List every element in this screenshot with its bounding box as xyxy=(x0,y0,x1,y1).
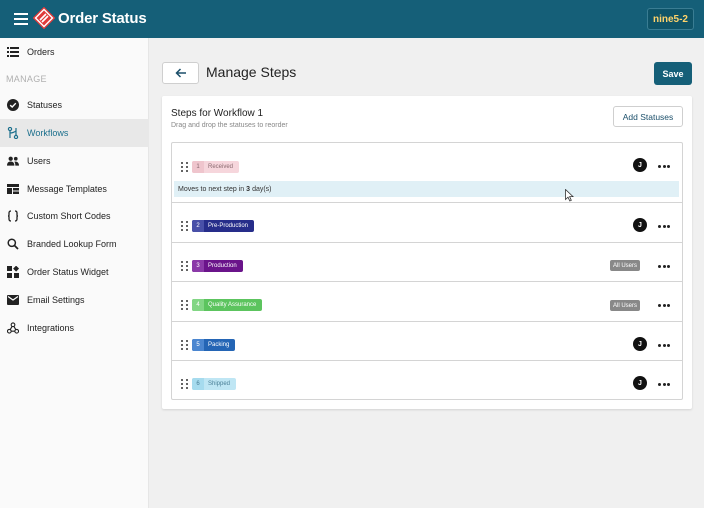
sidebar-item-label: Workflows xyxy=(27,128,69,138)
arrow-left-icon xyxy=(174,68,186,78)
steps-card: Steps for Workflow 1 Drag and drop the s… xyxy=(162,96,692,409)
status-chip-number: 1 xyxy=(192,161,204,173)
status-chip: 1 Received xyxy=(192,161,240,173)
status-chip-label: Production xyxy=(208,263,237,269)
sidebar-item-label: Statuses xyxy=(27,100,63,110)
app-logo-icon xyxy=(33,7,55,29)
steps-list: 1 Received J Moves to next step in 3 day… xyxy=(171,142,683,400)
integrations-icon xyxy=(7,322,19,334)
sidebar-item-order-status-widget[interactable]: Order Status Widget xyxy=(0,258,149,286)
widget-icon xyxy=(7,266,19,278)
status-chip: 6 Shipped xyxy=(192,378,237,390)
sidebar-item-label: Email Settings xyxy=(27,295,85,305)
assignee-avatar[interactable]: J xyxy=(633,218,647,232)
transition-suffix: day(s) xyxy=(252,185,272,193)
step-row-quality-assurance[interactable]: 4 Quality Assurance All Users xyxy=(172,282,682,322)
page-title: Manage Steps xyxy=(206,64,297,80)
status-chip: 5 Packing xyxy=(192,339,236,351)
step-row-received[interactable]: 1 Received J Moves to next step in 3 day… xyxy=(172,143,682,203)
sidebar-item-label: Branded Lookup Form xyxy=(27,239,117,249)
sidebar-section-label: MANAGE xyxy=(6,74,47,84)
sidebar-item-label: Users xyxy=(27,156,51,166)
sidebar-item-label: Custom Short Codes xyxy=(27,211,111,221)
drag-handle-icon[interactable] xyxy=(181,162,189,172)
status-chip-number: 2 xyxy=(192,220,204,232)
drag-handle-icon[interactable] xyxy=(181,340,189,350)
template-icon xyxy=(7,183,19,195)
sidebar-item-label: Orders xyxy=(27,47,55,57)
check-circle-icon xyxy=(7,99,19,111)
top-app-bar: Order Status nine5-2 xyxy=(0,0,704,38)
status-chip-label: Received xyxy=(208,164,234,170)
sidebar: Orders MANAGE Statuses Workflows Users M… xyxy=(0,38,149,508)
status-chip-label: Packing xyxy=(208,342,230,348)
status-chip: 3 Production xyxy=(192,260,243,272)
more-options-icon[interactable] xyxy=(658,265,670,269)
step-row-production[interactable]: 3 Production All Users xyxy=(172,243,682,282)
braces-icon xyxy=(7,210,19,222)
workflow-icon xyxy=(7,127,19,139)
drag-handle-icon[interactable] xyxy=(181,261,189,271)
sidebar-item-statuses[interactable]: Statuses xyxy=(0,91,149,119)
list-icon xyxy=(7,46,19,58)
sidebar-item-custom-short-codes[interactable]: Custom Short Codes xyxy=(0,202,149,230)
search-icon xyxy=(7,238,19,250)
card-subtitle: Drag and drop the statuses to reorder xyxy=(171,122,288,129)
transition-value: 3 xyxy=(246,185,251,193)
back-button[interactable] xyxy=(162,62,199,84)
sidebar-item-label: Integrations xyxy=(27,323,75,333)
status-chip-label: Quality Assurance xyxy=(208,302,257,308)
step-row-packing[interactable]: 5 Packing J xyxy=(172,322,682,361)
sidebar-item-label: Message Templates xyxy=(27,184,107,194)
sidebar-item-workflows[interactable]: Workflows xyxy=(0,119,149,147)
status-chip-number: 4 xyxy=(192,299,204,311)
assignee-avatar[interactable]: J xyxy=(633,337,647,351)
drag-handle-icon[interactable] xyxy=(181,300,189,310)
assignee-avatar[interactable]: J xyxy=(633,376,647,390)
more-options-icon[interactable] xyxy=(658,344,670,348)
sidebar-item-users[interactable]: Users xyxy=(0,147,149,175)
add-statuses-button[interactable]: Add Statuses xyxy=(613,106,683,127)
app-title: Order Status xyxy=(58,10,147,27)
all-users-badge[interactable]: All Users xyxy=(610,300,641,311)
status-chip-label: Pre-Production xyxy=(208,223,249,229)
status-chip-number: 3 xyxy=(192,260,204,272)
sidebar-item-branded-lookup-form[interactable]: Branded Lookup Form xyxy=(0,230,149,258)
step-row-pre-production[interactable]: 2 Pre-Production J xyxy=(172,203,682,243)
status-chip-number: 5 xyxy=(192,339,204,351)
sidebar-item-email-settings[interactable]: Email Settings xyxy=(0,286,149,314)
sidebar-item-integrations[interactable]: Integrations xyxy=(0,314,149,342)
save-button[interactable]: Save xyxy=(654,62,692,85)
more-options-icon[interactable] xyxy=(658,165,670,169)
account-button[interactable]: nine5-2 xyxy=(647,8,694,30)
status-chip: 4 Quality Assurance xyxy=(192,299,263,311)
sidebar-item-orders[interactable]: Orders xyxy=(0,38,149,66)
menu-icon[interactable] xyxy=(14,13,28,25)
all-users-badge[interactable]: All Users xyxy=(610,260,641,271)
assignee-avatar[interactable]: J xyxy=(633,158,647,172)
status-chip-number: 6 xyxy=(192,378,204,390)
status-chip: 2 Pre-Production xyxy=(192,220,255,232)
drag-handle-icon[interactable] xyxy=(181,221,189,231)
mail-icon xyxy=(7,294,19,306)
transition-prefix: Moves to next step in xyxy=(178,185,245,193)
more-options-icon[interactable] xyxy=(658,304,670,308)
card-title: Steps for Workflow 1 xyxy=(171,108,264,119)
sidebar-item-label: Order Status Widget xyxy=(27,267,109,277)
transition-rule[interactable]: Moves to next step in 3 day(s) xyxy=(174,181,679,197)
step-row-shipped[interactable]: 6 Shipped J xyxy=(172,361,682,399)
more-options-icon[interactable] xyxy=(658,383,670,387)
mouse-cursor-icon xyxy=(565,189,574,202)
users-icon xyxy=(7,155,19,167)
more-options-icon[interactable] xyxy=(658,225,670,229)
drag-handle-icon[interactable] xyxy=(181,379,189,389)
sidebar-item-message-templates[interactable]: Message Templates xyxy=(0,175,149,203)
status-chip-label: Shipped xyxy=(208,381,231,387)
